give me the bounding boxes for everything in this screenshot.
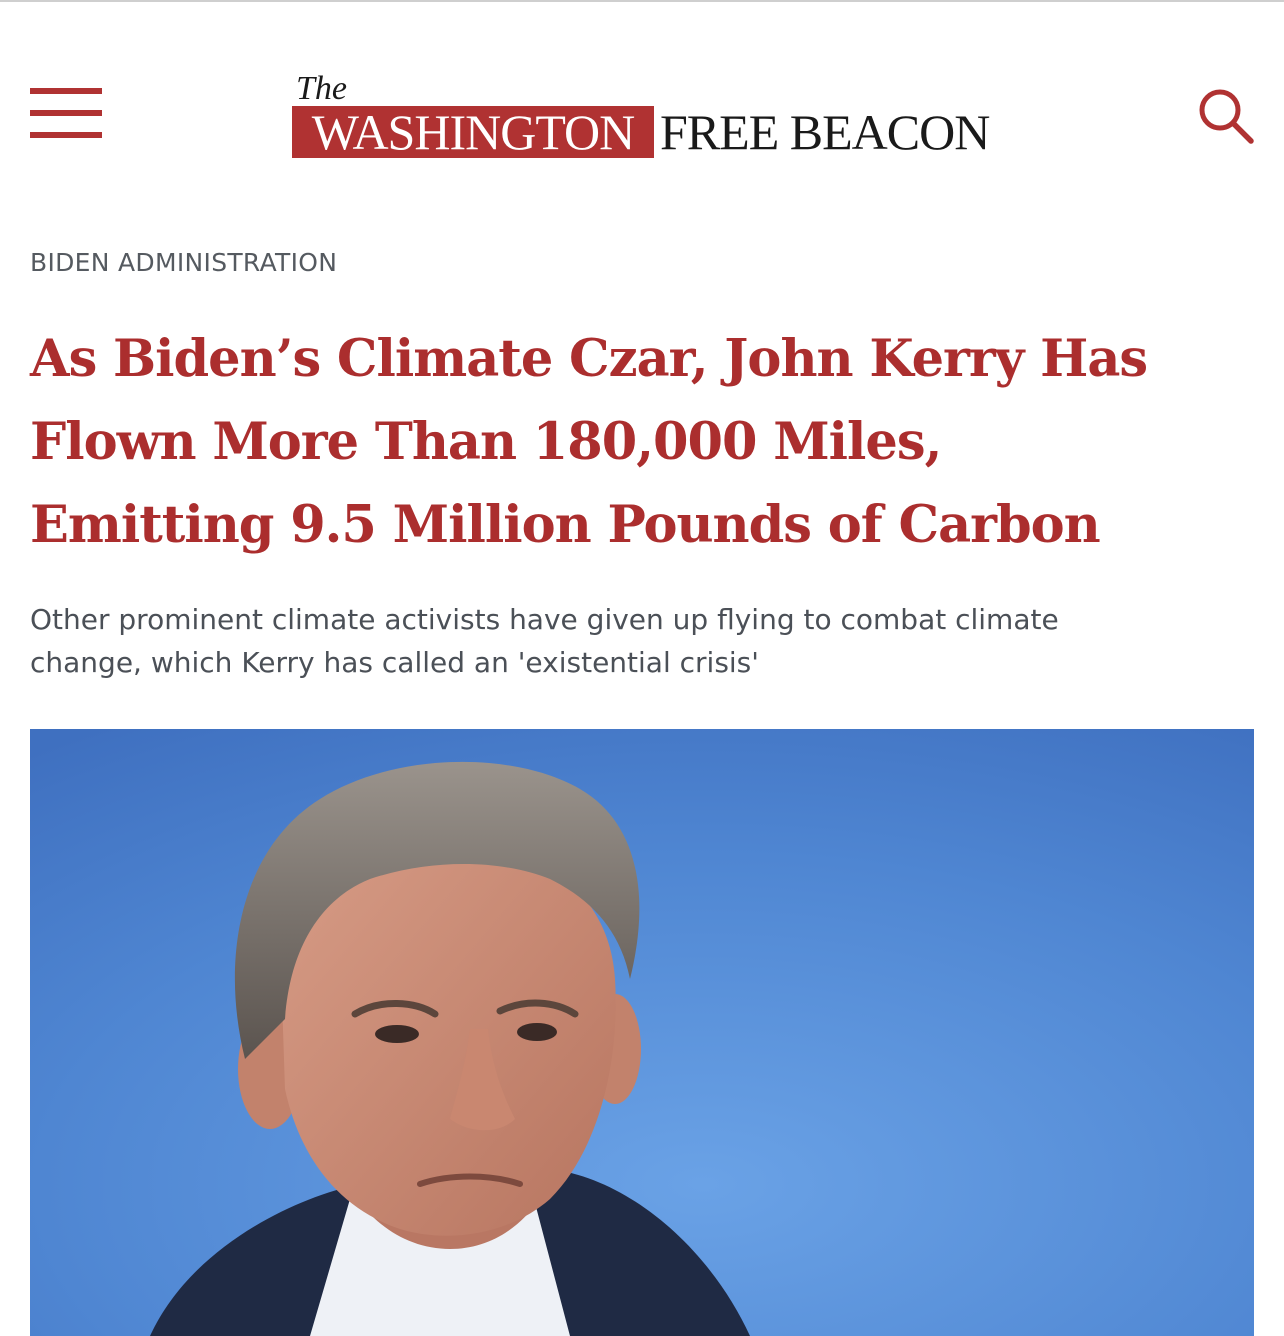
headline-line: Flown More Than 180,000 Miles, — [30, 412, 942, 472]
menu-button[interactable] — [30, 88, 102, 138]
search-button[interactable] — [1196, 86, 1258, 148]
subhead-line: Other prominent climate activists have g… — [30, 603, 1059, 636]
logo-the: The — [296, 70, 347, 107]
subhead-line: change, which Kerry has called an 'exist… — [30, 646, 759, 679]
portrait-illustration — [30, 729, 1254, 1336]
article-category-link[interactable]: BIDEN ADMINISTRATION — [30, 248, 337, 277]
right-eye — [517, 1023, 557, 1041]
left-eye — [375, 1025, 419, 1043]
site-header: The WASHINGTON FREE BEACON — [0, 0, 1284, 200]
site-logo[interactable]: The WASHINGTON FREE BEACON — [292, 70, 1012, 165]
headline-line: Emitting 9.5 Million Pounds of Carbon — [30, 495, 1101, 555]
headline-line: As Biden’s Climate Czar, John Kerry Has — [30, 329, 1148, 389]
article-headline: As Biden’s Climate Czar, John Kerry Has … — [30, 318, 1260, 567]
search-icon — [1199, 89, 1254, 144]
hamburger-menu-icon-bar — [30, 132, 102, 138]
hero-photo — [30, 729, 1254, 1336]
logo-free-beacon: FREE BEACON — [660, 104, 990, 160]
article-subheadline: Other prominent climate activists have g… — [30, 598, 1250, 684]
hamburger-menu-icon-bar — [30, 110, 102, 116]
logo-washington: WASHINGTON — [311, 104, 635, 160]
hamburger-menu-icon — [30, 88, 102, 94]
